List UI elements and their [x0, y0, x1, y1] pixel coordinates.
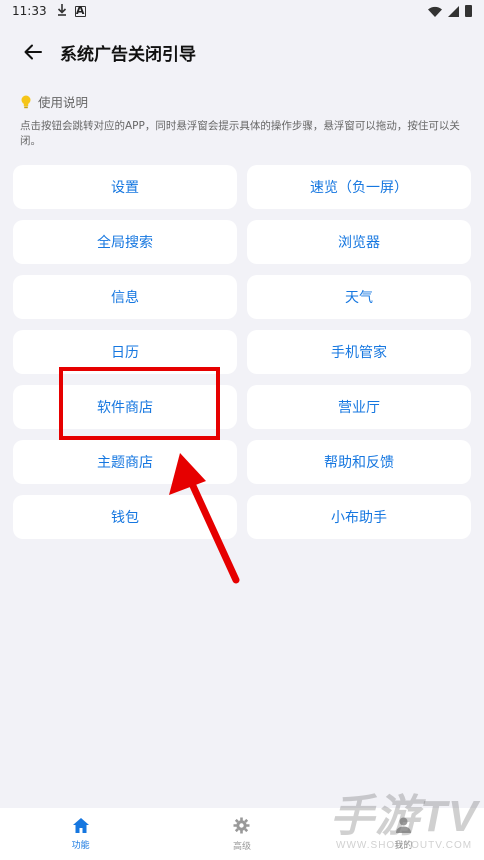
- notification-a-icon: A: [74, 3, 86, 17]
- download-icon: [57, 3, 67, 19]
- tile-messages[interactable]: 信息: [13, 275, 237, 319]
- tile-app-store[interactable]: 软件商店: [13, 385, 237, 429]
- wifi-icon: [428, 6, 442, 17]
- tile-quick-view[interactable]: 速览（负一屏）: [247, 165, 471, 209]
- lightbulb-icon: [21, 95, 31, 108]
- tile-theme-store[interactable]: 主题商店: [13, 440, 237, 484]
- usage-description: 点击按钮会跳转对应的APP，同时悬浮窗会提示具体的操作步骤，悬浮窗可以拖动，按住…: [20, 120, 460, 147]
- person-icon: [395, 817, 411, 833]
- bottom-tab-bar: 功能 高级 我的: [0, 808, 484, 860]
- shortcut-grid: 设置 速览（负一屏） 全局搜索 浏览器 信息 天气 日历 手机管家 软件商店 营…: [13, 165, 471, 539]
- tile-weather[interactable]: 天气: [247, 275, 471, 319]
- usage-title: 使用说明: [38, 95, 89, 110]
- tile-help-feedback[interactable]: 帮助和反馈: [247, 440, 471, 484]
- usage-section: 使用说明 点击按钮会跳转对应的APP，同时悬浮窗会提示具体的操作步骤，悬浮窗可以…: [20, 92, 470, 149]
- tile-assistant[interactable]: 小布助手: [247, 495, 471, 539]
- app-header: 系统广告关闭引导: [0, 30, 484, 74]
- signal-icon: [448, 5, 459, 17]
- tab-functions[interactable]: 功能: [0, 808, 161, 860]
- tab-advanced[interactable]: 高级: [161, 808, 322, 860]
- tab-mine[interactable]: 我的: [323, 808, 484, 860]
- arrow-left-icon: [24, 44, 42, 60]
- tile-phone-manager[interactable]: 手机管家: [247, 330, 471, 374]
- usage-title-row: 使用说明: [20, 92, 470, 111]
- tile-browser[interactable]: 浏览器: [247, 220, 471, 264]
- status-bar: 11:33 A: [0, 0, 484, 22]
- battery-icon: [465, 5, 472, 17]
- back-button[interactable]: [22, 41, 44, 63]
- home-icon: [72, 817, 89, 833]
- tab-label: 功能: [71, 840, 90, 851]
- tile-global-search[interactable]: 全局搜索: [13, 220, 237, 264]
- tab-label: 我的: [394, 841, 413, 851]
- tile-settings[interactable]: 设置: [13, 165, 237, 209]
- tab-label: 高级: [232, 841, 251, 852]
- tile-wallet[interactable]: 钱包: [13, 495, 237, 539]
- tile-service-hall[interactable]: 营业厅: [247, 385, 471, 429]
- tile-calendar[interactable]: 日历: [13, 330, 237, 374]
- page-title: 系统广告关闭引导: [60, 44, 196, 65]
- gear-icon: [233, 817, 250, 833]
- status-time: 11:33: [12, 4, 47, 18]
